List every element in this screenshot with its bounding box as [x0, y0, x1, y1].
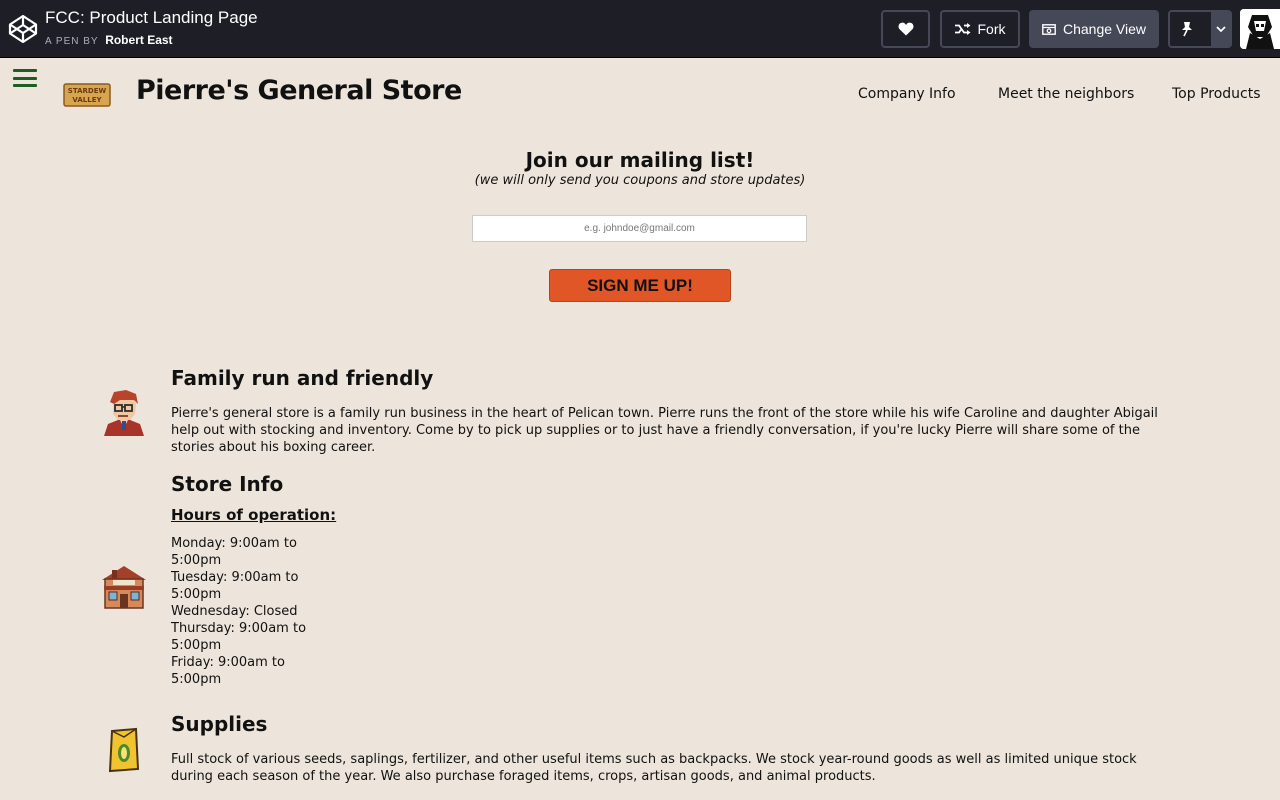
seed-packet-icon: [108, 727, 140, 773]
nav-link-top-products[interactable]: Top Products: [1172, 86, 1261, 102]
list-item: Thursday: 9:00am to 5:00pm: [171, 621, 307, 653]
section-title-store-info: Store Info: [171, 472, 284, 496]
fork-icon: [954, 23, 970, 35]
heart-button[interactable]: [881, 10, 930, 48]
pen-title[interactable]: FCC: Product Landing Page: [45, 8, 258, 28]
codepen-logo-icon[interactable]: [8, 14, 38, 44]
section-body-supplies: Full stock of various seeds, saplings, f…: [171, 752, 1137, 784]
by-label: A PEN BY: [45, 36, 99, 47]
list-item: Tuesday: 9:00am to 5:00pm: [171, 570, 299, 602]
section-title-family: Family run and friendly: [171, 366, 434, 390]
fork-label: Fork: [977, 21, 1006, 37]
sign-me-up-button[interactable]: SIGN ME UP!: [549, 269, 731, 302]
mailing-list-subtitle: (we will only send you coupons and store…: [474, 173, 806, 188]
nav-link-company-info[interactable]: Company Info: [858, 86, 956, 102]
change-view-label: Change View: [1062, 21, 1147, 37]
mailing-list-title: Join our mailing list!: [525, 148, 755, 172]
change-view-button[interactable]: Change View: [1029, 10, 1159, 48]
codepen-header: FCC: Product Landing Page A PEN BY Rober…: [0, 0, 1280, 58]
avatar[interactable]: [1240, 9, 1280, 49]
list-item: Monday: 9:00am to 5:00pm: [171, 536, 297, 568]
pen-author-line: A PEN BY Robert East: [45, 33, 173, 47]
email-field[interactable]: [472, 215, 807, 242]
page-title: Pierre's General Store: [136, 75, 462, 106]
pin-icon: [1182, 22, 1193, 37]
logo-line1: STARDEW: [68, 87, 107, 95]
chevron-down-icon: [1215, 25, 1226, 32]
nav-link-meet-neighbors[interactable]: Meet the neighbors: [998, 86, 1134, 102]
layout-icon: [1042, 23, 1056, 35]
pin-dropdown-button[interactable]: [1211, 12, 1230, 46]
hours-heading: Hours of operation:: [171, 506, 337, 524]
list-item: Friday: 9:00am to 5:00pm: [171, 655, 285, 687]
stardew-valley-logo: STARDEW VALLEY: [63, 83, 111, 107]
pin-button-group: [1168, 10, 1232, 48]
pin-button[interactable]: [1170, 12, 1204, 46]
logo-line2: VALLEY: [72, 96, 102, 104]
pierre-portrait-icon: [104, 390, 144, 436]
pen-author[interactable]: Robert East: [105, 33, 172, 47]
fork-button[interactable]: Fork: [940, 10, 1020, 48]
hamburger-menu-icon[interactable]: [13, 69, 37, 87]
store-building-icon: [102, 566, 146, 609]
avatar-image: [1240, 9, 1280, 49]
list-item: Wednesday: Closed: [171, 604, 298, 619]
section-title-supplies: Supplies: [171, 712, 268, 736]
hours-list: Monday: 9:00am to 5:00pm Tuesday: 9:00am…: [171, 535, 311, 688]
heart-icon: [898, 22, 913, 36]
section-body-family: Pierre's general store is a family run b…: [171, 406, 1158, 455]
